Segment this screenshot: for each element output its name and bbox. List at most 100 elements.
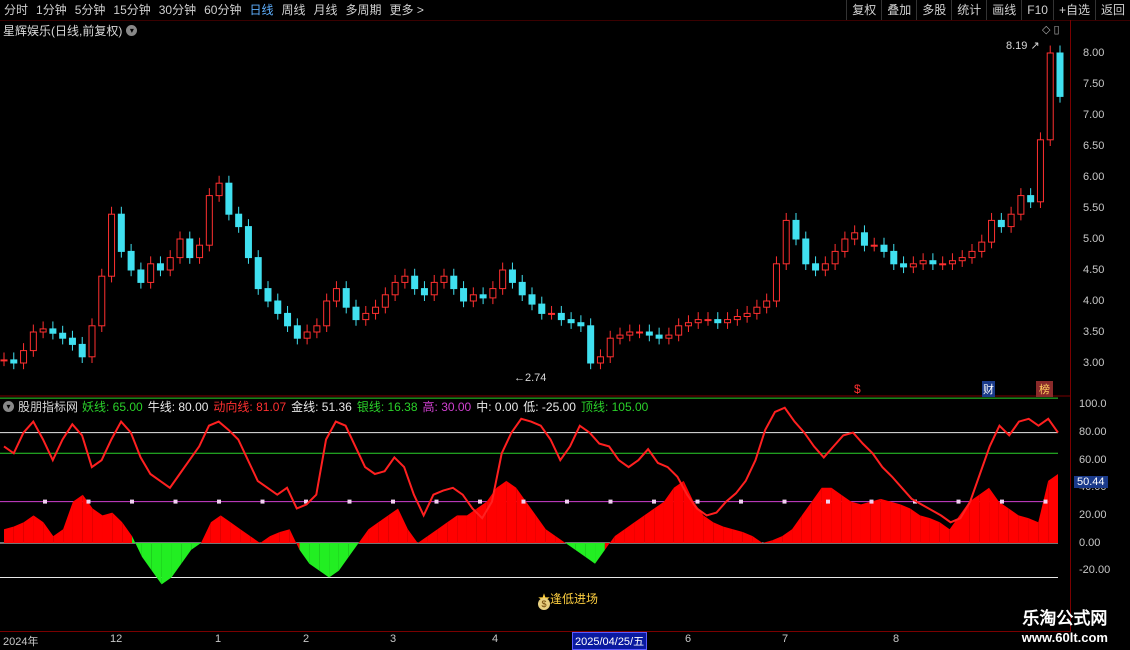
period-tab[interactable]: 月线: [314, 2, 338, 18]
gold-area-segment: [309, 543, 320, 571]
gold-area-segment: [122, 522, 133, 543]
event-finance-marker[interactable]: 财: [982, 381, 995, 397]
high-line-dot: [695, 499, 700, 504]
candle-body: [332, 288, 340, 302]
candle-body: [645, 331, 653, 336]
candle-body: [479, 294, 487, 299]
candle-body: [997, 219, 1005, 228]
gold-area-segment: [53, 529, 64, 543]
indicator-header: ▾ 股朋指标网 妖线: 65.00 牛线: 80.00 动向线: 81.07 金线: …: [3, 398, 648, 415]
indicator-axis-label: 80.00: [1079, 426, 1107, 438]
toolbar-button[interactable]: 多股: [916, 0, 951, 20]
toolbar-button[interactable]: 返回: [1094, 0, 1130, 20]
candle-body: [684, 322, 692, 327]
gold-area-segment: [920, 515, 930, 543]
high-line-dot: [391, 499, 395, 504]
gold-area-segment: [43, 522, 54, 543]
candle-body: [391, 281, 399, 296]
event-ranking-marker[interactable]: 榜: [1036, 381, 1053, 397]
chart-area[interactable]: [0, 20, 1070, 632]
candle-body: [1046, 52, 1054, 141]
price-axis-label: 7.00: [1083, 109, 1105, 121]
gold-area-segment: [161, 543, 172, 585]
candle-body: [714, 319, 722, 324]
period-tab[interactable]: 更多 >: [390, 2, 424, 18]
candle-body: [1056, 52, 1064, 97]
candle-body: [890, 250, 898, 265]
candle-body: [176, 238, 184, 259]
gold-area-segment: [338, 543, 349, 571]
indicator-name[interactable]: 股朋指标网: [18, 398, 78, 415]
gold-area-segment: [979, 487, 990, 543]
gold-area-segment: [526, 501, 536, 543]
candle-body: [870, 244, 878, 247]
candle-body: [205, 195, 213, 246]
price-axis-label: 6.50: [1083, 140, 1105, 152]
candle-body: [313, 325, 321, 333]
period-tab[interactable]: 日线: [249, 2, 273, 18]
high-line-dot: [1000, 499, 1004, 504]
toolbar-button[interactable]: 统计: [951, 0, 986, 20]
high-line-dot: [652, 499, 656, 504]
candle-body: [675, 325, 683, 336]
gold-area-segment: [929, 518, 940, 543]
gold-area-segment: [171, 543, 182, 578]
period-tab[interactable]: 60分钟: [204, 2, 241, 18]
period-tab[interactable]: 周线: [281, 2, 305, 18]
gold-area-segment: [63, 501, 73, 543]
gold-area-segment: [427, 529, 438, 543]
toolbar-button[interactable]: F10: [1021, 0, 1053, 20]
period-tab[interactable]: 15分钟: [113, 2, 150, 18]
indicator-value-item: 顶线: 105.00: [580, 400, 649, 414]
high-line-dot: [869, 499, 874, 504]
gold-area-segment: [151, 543, 162, 585]
candle-body: [821, 263, 829, 271]
period-tab[interactable]: 30分钟: [159, 2, 196, 18]
candle-body: [802, 238, 810, 265]
candle-body: [196, 244, 204, 259]
gold-area-segment: [851, 501, 861, 543]
candle-body: [968, 250, 976, 259]
gold-area-segment: [457, 515, 467, 543]
toolbar-button[interactable]: +自选: [1052, 0, 1095, 20]
low-price-label: ←2.74: [514, 372, 547, 384]
event-dividend-marker[interactable]: $: [854, 382, 861, 396]
period-tab[interactable]: 1分钟: [36, 2, 67, 18]
gold-area-segment: [624, 522, 635, 543]
gold-area-segment: [713, 522, 724, 543]
gold-area-segment: [910, 508, 921, 543]
gold-area-segment: [437, 522, 448, 543]
candle-body: [127, 250, 135, 271]
candle-body: [763, 300, 771, 308]
high-line-dot: [739, 499, 743, 504]
gold-area-segment: [378, 515, 389, 543]
candle-body: [489, 288, 497, 299]
gold-area-segment: [210, 515, 221, 543]
candle-body: [538, 303, 546, 314]
candle-body: [323, 300, 331, 327]
toolbar-button[interactable]: 画线: [986, 0, 1021, 20]
indicator-value-item: 金线: 51.36: [291, 400, 352, 414]
candle-body: [78, 343, 86, 358]
gold-area-segment: [33, 515, 44, 543]
chevron-down-icon[interactable]: ▾: [3, 401, 14, 412]
candle-body: [988, 219, 996, 243]
candle-body: [1017, 195, 1025, 215]
watermark-name: 乐淘公式网: [1022, 609, 1108, 628]
gold-area-segment: [693, 501, 704, 543]
candle-body: [469, 294, 477, 302]
candle-body: [460, 288, 468, 302]
candle-body: [342, 288, 350, 308]
gold-area-segment: [782, 529, 793, 543]
candle-body: [293, 325, 301, 339]
toolbar-button[interactable]: 复权: [846, 0, 881, 20]
period-tab[interactable]: 分时: [4, 2, 28, 18]
period-tab[interactable]: 多周期: [346, 2, 382, 18]
candle-body: [508, 269, 516, 283]
candle-body: [68, 337, 76, 345]
period-tab[interactable]: 5分钟: [75, 2, 106, 18]
gold-area-segment: [486, 487, 497, 543]
chart-toggle-icons[interactable]: ◇ ▯: [1042, 23, 1060, 36]
price-axis-label: 6.00: [1083, 171, 1105, 183]
toolbar-button[interactable]: 叠加: [881, 0, 916, 20]
